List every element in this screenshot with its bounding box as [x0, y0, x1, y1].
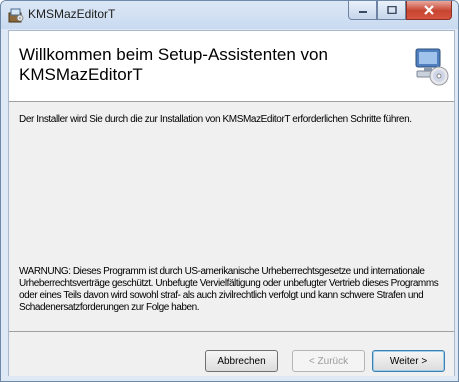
- page-title: Willkommen beim Setup-Assistenten von KM…: [19, 45, 328, 84]
- computer-cd-icon: [413, 47, 449, 87]
- title-bar[interactable]: KMSMazEditorT: [1, 1, 458, 29]
- back-button[interactable]: < Zurück: [292, 350, 365, 372]
- copyright-warning: WARNUNG: Dieses Programm ist durch US-am…: [19, 266, 439, 313]
- setup-window: KMSMazEditorT Willkommen beim Setup-Assi…: [0, 0, 459, 382]
- wizard-header: Willkommen beim Setup-Assistenten von KM…: [9, 31, 454, 102]
- window-title: KMSMazEditorT: [28, 7, 116, 21]
- close-icon: [424, 5, 434, 15]
- maximize-button[interactable]: [377, 1, 406, 20]
- wizard-body: Der Installer wird Sie durch die zur Ins…: [9, 102, 454, 331]
- installer-icon: [8, 7, 24, 23]
- maximize-icon: [386, 6, 397, 14]
- next-button[interactable]: Weiter >: [372, 350, 445, 372]
- cancel-button[interactable]: Abbrechen: [205, 350, 278, 372]
- close-button[interactable]: [406, 1, 452, 20]
- minimize-button[interactable]: [348, 1, 377, 20]
- minimize-icon: [358, 11, 367, 13]
- wizard-footer: Abbrechen < Zurück Weiter >: [9, 331, 454, 376]
- wizard-content: Willkommen beim Setup-Assistenten von KM…: [8, 30, 455, 376]
- intro-text: Der Installer wird Sie durch die zur Ins…: [19, 114, 412, 125]
